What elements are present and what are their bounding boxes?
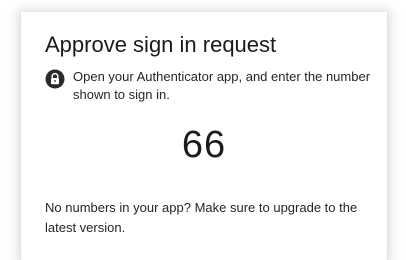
upgrade-hint-text: No numbers in your app? Make sure to upg… <box>45 200 358 235</box>
dialog-title: Approve sign in request <box>45 32 277 57</box>
sign-in-dialog: Approve sign in request Open your Authen… <box>20 12 388 260</box>
sign-in-number: 66 <box>181 124 227 166</box>
authenticator-lock-icon <box>45 69 65 89</box>
instruction-text: Open your Authenticator app, and enter t… <box>73 69 371 102</box>
instruction-row: Open your Authenticator app, and enter t… <box>45 68 375 104</box>
